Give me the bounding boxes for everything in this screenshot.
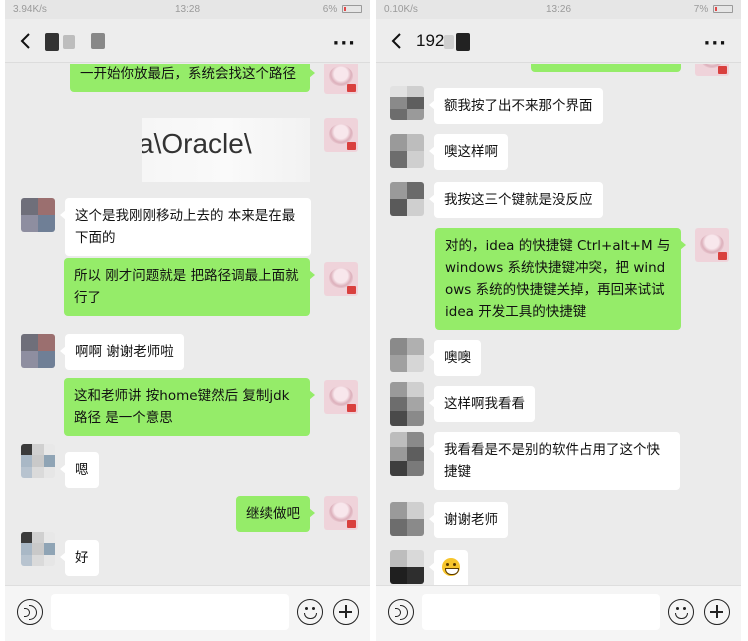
message-sent[interactable]: 继续做吧 bbox=[236, 496, 315, 532]
my-avatar[interactable] bbox=[324, 118, 358, 152]
battery-indicator: 7% bbox=[694, 4, 733, 15]
message-received[interactable]: 噢噢 bbox=[429, 340, 481, 376]
my-avatar[interactable] bbox=[324, 262, 358, 296]
my-avatar[interactable] bbox=[324, 496, 358, 530]
my-avatar[interactable] bbox=[695, 64, 729, 76]
contact-avatar[interactable] bbox=[390, 432, 424, 476]
contact-avatar[interactable] bbox=[390, 382, 424, 426]
contact-name-redacted bbox=[456, 33, 470, 51]
smile-icon[interactable] bbox=[668, 599, 694, 625]
battery-icon bbox=[342, 5, 362, 13]
chat-header: 192 ··· bbox=[376, 19, 741, 63]
message-received[interactable]: 额我按了出不来那个界面 bbox=[429, 88, 603, 124]
more-dots-icon[interactable]: ··· bbox=[332, 33, 356, 54]
chat-screen-left: 3.94K/s 13:28 6% ··· 一开始你放最后，系统会找这个路径 a\… bbox=[5, 0, 370, 641]
message-input[interactable] bbox=[422, 594, 660, 630]
battery-percent: 6% bbox=[322, 4, 338, 15]
contact-avatar[interactable] bbox=[390, 134, 424, 168]
voice-icon[interactable] bbox=[388, 599, 414, 625]
contact-name-redacted bbox=[444, 35, 454, 49]
battery-icon bbox=[713, 5, 733, 13]
message-received[interactable]: 这样啊我看看 bbox=[429, 386, 535, 422]
message-received[interactable]: 这个是我刚刚移动上去的 本来是在最下面的 bbox=[60, 198, 311, 256]
message-sent[interactable]: 对的，idea 的快捷键 Ctrl+alt+M 与 windows 系统快捷键冲… bbox=[435, 228, 686, 330]
contact-name-redacted bbox=[45, 33, 59, 51]
my-avatar[interactable] bbox=[695, 228, 729, 262]
message-received[interactable]: 好 bbox=[60, 540, 99, 576]
chat-screen-right: 0.10K/s 13:26 7% 192 ··· 额我按了出不来那个界面 噢这样… bbox=[376, 0, 741, 641]
grin-emoji-icon bbox=[442, 558, 460, 576]
input-bar bbox=[5, 585, 370, 641]
voice-icon[interactable] bbox=[17, 599, 43, 625]
contact-name-redacted bbox=[63, 35, 75, 49]
message-list[interactable]: 一开始你放最后，系统会找这个路径 a\Oracle\ 这个是我刚刚移动上去的 本… bbox=[5, 64, 370, 585]
contact-avatar[interactable] bbox=[21, 334, 55, 368]
contact-avatar[interactable] bbox=[21, 444, 55, 478]
status-bar: 0.10K/s 13:26 7% bbox=[376, 0, 741, 19]
message-list[interactable]: 额我按了出不来那个界面 噢这样啊 我按这三个键就是没反应 对的，idea 的快捷… bbox=[376, 64, 741, 585]
status-time: 13:26 bbox=[545, 4, 572, 15]
message-received[interactable]: 嗯 bbox=[60, 452, 99, 488]
chat-header: ··· bbox=[5, 19, 370, 63]
message-sent[interactable]: 这和老师讲 按home键然后 复制jdk路径 是一个意思 bbox=[64, 378, 315, 436]
message-sent[interactable]: 所以 刚才问题就是 把路径调最上面就行了 bbox=[64, 258, 315, 316]
contact-avatar[interactable] bbox=[390, 86, 424, 120]
contact-avatar[interactable] bbox=[390, 550, 424, 584]
message-image[interactable]: a\Oracle\ bbox=[142, 118, 310, 182]
message-received[interactable]: 我按这三个键就是没反应 bbox=[429, 182, 603, 218]
battery-indicator: 6% bbox=[323, 4, 362, 15]
my-avatar[interactable] bbox=[324, 64, 358, 94]
chevron-left-icon[interactable] bbox=[17, 31, 35, 51]
status-time: 13:28 bbox=[174, 4, 201, 15]
message-sent-partial[interactable] bbox=[531, 64, 681, 72]
message-received[interactable]: 我看看是不是别的软件占用了这个快捷键 bbox=[429, 432, 680, 490]
contact-avatar[interactable] bbox=[390, 338, 424, 372]
contact-name-redacted bbox=[91, 33, 105, 49]
message-received[interactable]: 谢谢老师 bbox=[429, 502, 508, 538]
my-avatar[interactable] bbox=[324, 380, 358, 414]
contact-avatar[interactable] bbox=[390, 502, 424, 536]
message-sent[interactable]: 一开始你放最后，系统会找这个路径 bbox=[70, 64, 315, 92]
message-received[interactable]: 啊啊 谢谢老师啦 bbox=[60, 334, 184, 370]
chat-title: 192 bbox=[416, 31, 445, 50]
more-dots-icon[interactable]: ··· bbox=[703, 33, 727, 54]
input-bar bbox=[376, 585, 741, 641]
chevron-left-icon[interactable] bbox=[388, 31, 406, 51]
contact-avatar[interactable] bbox=[390, 182, 424, 216]
message-input[interactable] bbox=[51, 594, 289, 630]
message-received[interactable] bbox=[429, 550, 468, 585]
message-received[interactable]: 噢这样啊 bbox=[429, 134, 508, 170]
battery-percent: 7% bbox=[693, 4, 709, 15]
status-bar: 3.94K/s 13:28 6% bbox=[5, 0, 370, 19]
contact-avatar[interactable] bbox=[21, 198, 55, 232]
plus-icon[interactable] bbox=[704, 599, 730, 625]
smile-icon[interactable] bbox=[297, 599, 323, 625]
plus-icon[interactable] bbox=[333, 599, 359, 625]
contact-avatar[interactable] bbox=[21, 532, 55, 566]
